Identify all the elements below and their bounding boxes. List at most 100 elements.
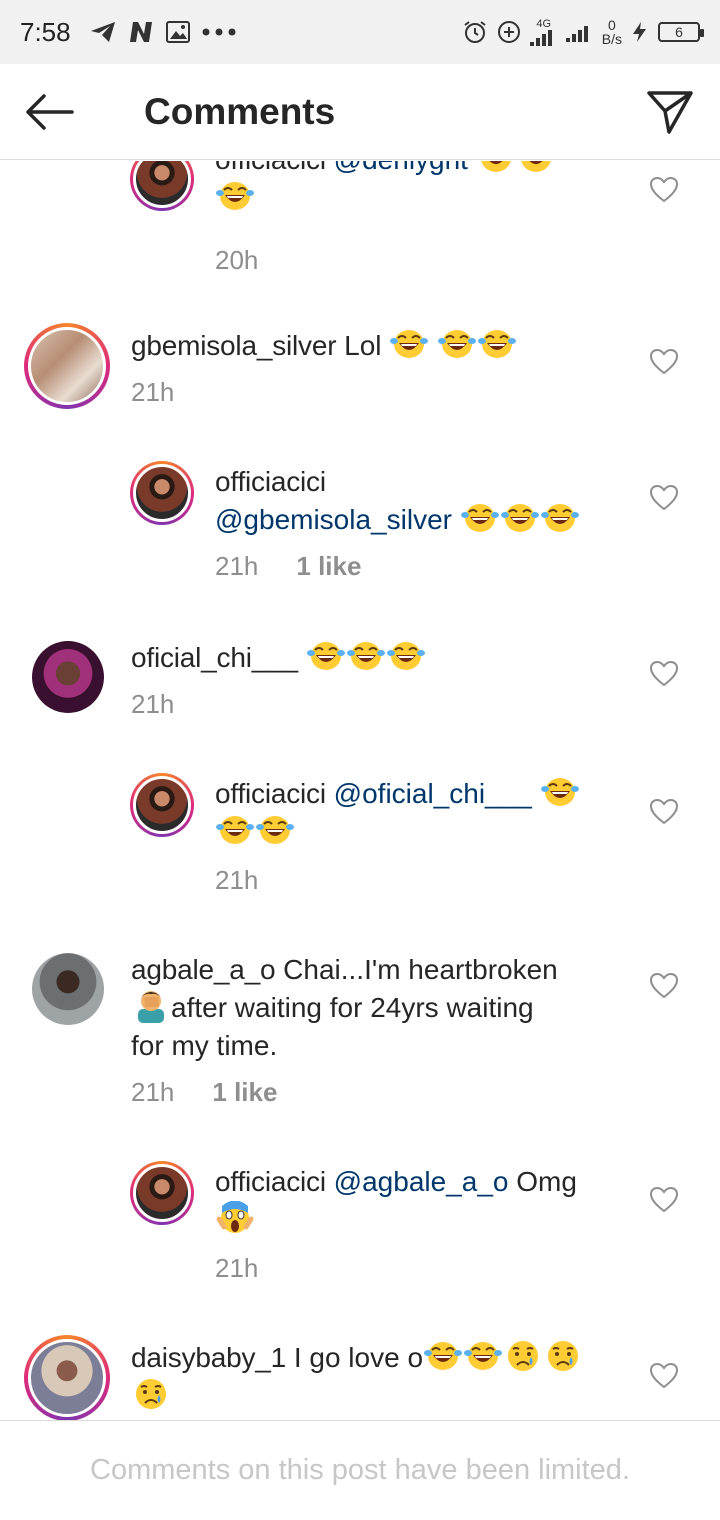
- n-app-icon: [129, 22, 152, 42]
- avatar[interactable]: [32, 641, 104, 713]
- laughing-emoji-icon: [481, 161, 511, 172]
- laughing-emoji-icon: [438, 330, 477, 358]
- paper-plane-icon: [647, 90, 693, 134]
- status-right: 4G 0 B/s 6: [462, 17, 704, 47]
- comment-body: oficial_chi___: [131, 639, 611, 677]
- avatar[interactable]: [32, 953, 104, 1025]
- laughing-emoji-icon: [306, 642, 345, 670]
- comment-meta: 21h 1 like: [131, 1077, 277, 1108]
- comment-time: 21h: [131, 689, 175, 719]
- laughing-emoji-icon: [216, 816, 254, 844]
- comment-body: officiacici @oficial_chi___: [215, 775, 630, 851]
- comment-username[interactable]: officiacici: [215, 778, 326, 809]
- comment-time: 21h: [131, 377, 175, 407]
- status-left-icons: [89, 20, 237, 44]
- signal-2-icon: [565, 26, 588, 42]
- comment-reply: officiacici @dehlyght 20h: [0, 161, 720, 287]
- avatar[interactable]: [130, 1161, 194, 1225]
- comment-text-line-2: after waiting for 24yrs waiting: [171, 992, 534, 1023]
- facepalm-emoji-icon: [138, 991, 164, 1023]
- laughing-emoji-icon: [346, 642, 385, 670]
- comment-reply: officiacici @agbale_a_o Omg 21h: [0, 1159, 720, 1299]
- comment-body: officiacici @gbemisola_silver: [215, 463, 635, 539]
- sad-tear-emoji-icon: [548, 1341, 579, 1371]
- laughing-emoji-icon: [424, 1342, 463, 1370]
- heart-outline-icon[interactable]: [650, 177, 678, 203]
- heart-outline-icon[interactable]: [650, 661, 678, 687]
- laughing-emoji-icon: [216, 182, 254, 210]
- sad-tear-emoji-icon: [136, 1379, 166, 1409]
- status-bar: 7:58 4G 0 B/s 6: [0, 0, 720, 64]
- comment-mention[interactable]: @gbemisola_silver: [215, 504, 452, 535]
- comment-username[interactable]: officiacici: [215, 466, 326, 497]
- comment-meta: 20h: [215, 245, 258, 276]
- comments-limited-text: Comments on this post have been limited.: [90, 1454, 630, 1486]
- comment-username[interactable]: officiacici: [215, 1166, 326, 1197]
- heart-outline-icon[interactable]: [650, 973, 678, 999]
- screaming-face-emoji-icon: [216, 1201, 254, 1233]
- comment-username[interactable]: oficial_chi___: [131, 642, 298, 673]
- comment-time: 20h: [215, 245, 259, 275]
- app-header: Comments: [0, 64, 720, 160]
- battery-icon: 6: [658, 22, 704, 42]
- comment-body: daisybaby_1 I go love o: [131, 1339, 631, 1415]
- laughing-emoji-icon: [256, 816, 294, 844]
- comment: gbemisola_silver Lol 21h: [0, 321, 720, 421]
- comment-meta: 21h: [131, 377, 174, 408]
- comment-reply: officiacici @oficial_chi___ 21h: [0, 771, 720, 911]
- comment-mention[interactable]: @oficial_chi___: [334, 778, 532, 809]
- comment-meta: 21h: [131, 689, 174, 720]
- laughing-emoji-icon: [540, 504, 579, 532]
- share-button[interactable]: [620, 64, 720, 160]
- alarm-icon: [464, 21, 486, 43]
- comment-text: Lol: [344, 330, 382, 361]
- avatar[interactable]: [130, 461, 194, 525]
- charging-icon: [633, 22, 646, 42]
- comment-body: agbale_a_o Chai...I'm heartbroken after …: [131, 951, 631, 1065]
- comment-mention[interactable]: @agbale_a_o: [334, 1166, 509, 1197]
- comment-username[interactable]: agbale_a_o: [131, 954, 276, 985]
- comment-time: 21h: [215, 865, 259, 895]
- comments-list[interactable]: officiacici @dehlyght 20h gbemisola_silv…: [0, 161, 720, 1420]
- network-indicator: 4G: [529, 17, 558, 46]
- comment: daisybaby_1 I go love o: [0, 1333, 720, 1420]
- heart-outline-icon[interactable]: [650, 485, 678, 511]
- comment-username[interactable]: gbemisola_silver: [131, 330, 337, 361]
- net-speed-unit: B/s: [601, 31, 622, 47]
- avatar[interactable]: [130, 161, 194, 211]
- laughing-emoji-icon: [386, 642, 425, 670]
- comment-text: I go love o: [293, 1342, 424, 1373]
- comment-body: officiacici @dehlyght: [215, 161, 625, 217]
- comments-limited-footer: Comments on this post have been limited.: [0, 1420, 720, 1520]
- comment-username[interactable]: daisybaby_1: [131, 1342, 286, 1373]
- network-type: 4G: [536, 17, 552, 30]
- more-notifications-icon: [202, 28, 236, 36]
- arrow-left-icon: [26, 93, 74, 130]
- heart-outline-icon[interactable]: [650, 349, 678, 375]
- comment-likes[interactable]: 1 like: [296, 551, 361, 582]
- back-button[interactable]: [0, 64, 100, 160]
- data-saver-icon: [497, 21, 520, 43]
- avatar[interactable]: [24, 1335, 110, 1420]
- comment-meta: 21h 1 like: [215, 551, 361, 582]
- avatar[interactable]: [130, 773, 194, 837]
- comment: agbale_a_o Chai...I'm heartbroken after …: [0, 951, 720, 1121]
- comment-text-line-1: Chai...I'm heartbroken: [283, 954, 558, 985]
- laughing-emoji-icon: [500, 504, 539, 532]
- comment-mention[interactable]: @dehlyght: [334, 161, 468, 175]
- laughing-emoji-icon: [390, 330, 429, 358]
- avatar[interactable]: [24, 323, 110, 409]
- heart-outline-icon[interactable]: [650, 1187, 678, 1213]
- gallery-icon: [165, 21, 190, 43]
- comment-text: Omg: [516, 1166, 577, 1197]
- comment-text-line-3: for my time.: [131, 1030, 278, 1061]
- comment-time: 21h: [131, 1077, 175, 1107]
- heart-outline-icon[interactable]: [650, 799, 678, 825]
- heart-outline-icon[interactable]: [650, 1363, 678, 1389]
- laughing-emoji-icon: [540, 778, 579, 806]
- comment-username[interactable]: officiacici: [215, 161, 326, 175]
- comment-reply: officiacici @gbemisola_silver 21h 1 like: [0, 457, 720, 597]
- comment: oficial_chi___ 21h: [0, 639, 720, 739]
- comment-meta: 21h: [215, 1253, 258, 1284]
- comment-likes[interactable]: 1 like: [212, 1077, 277, 1108]
